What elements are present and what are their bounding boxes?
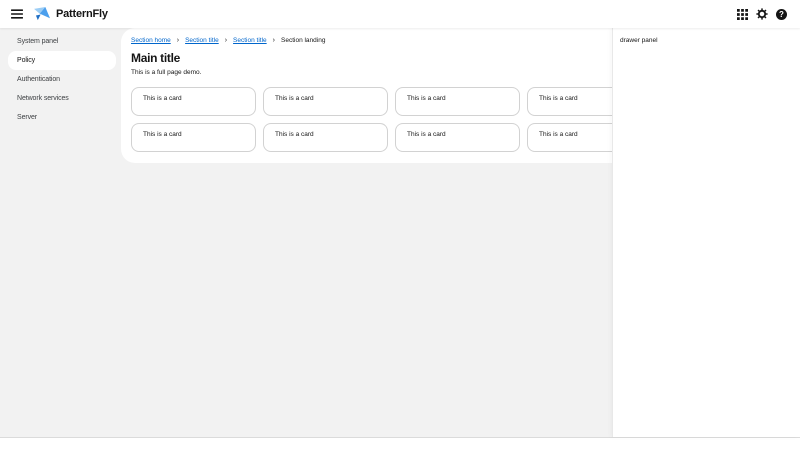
brand-name: PatternFly	[56, 8, 108, 20]
card: This is a card	[395, 123, 520, 152]
breadcrumb-link-section-title-1[interactable]: Section title	[185, 37, 219, 44]
masthead-toolbar: ?	[737, 8, 787, 20]
card: This is a card	[263, 123, 388, 152]
breadcrumb-separator-icon: ›	[273, 37, 275, 44]
sidebar-item-authentication[interactable]: Authentication	[0, 70, 121, 89]
question-circle-icon: ?	[776, 9, 787, 20]
sidebar-item-server[interactable]: Server	[0, 108, 121, 127]
apps-grid-button[interactable]	[737, 9, 748, 20]
help-button[interactable]: ?	[776, 9, 787, 20]
card: This is a card	[131, 123, 256, 152]
sidebar-item-policy[interactable]: Policy	[8, 51, 116, 70]
sidebar-item-network-services[interactable]: Network services	[0, 89, 121, 108]
breadcrumb-link-section-home[interactable]: Section home	[131, 37, 171, 44]
card: This is a card	[131, 87, 256, 116]
apps-grid-icon	[737, 9, 748, 20]
card: This is a card	[395, 87, 520, 116]
patternfly-logo-icon	[34, 7, 51, 22]
nav-toggle-button[interactable]	[11, 9, 23, 19]
sidebar: System panel Policy Authentication Netwo…	[0, 28, 121, 437]
sidebar-item-system-panel[interactable]: System panel	[0, 32, 121, 51]
card: This is a card	[263, 87, 388, 116]
settings-button[interactable]	[756, 8, 768, 20]
hamburger-menu-icon	[11, 9, 23, 19]
drawer-panel: drawer panel	[613, 28, 800, 437]
page-body: System panel Policy Authentication Netwo…	[0, 28, 800, 438]
drawer-panel-label: drawer panel	[620, 37, 658, 44]
breadcrumb-separator-icon: ›	[177, 37, 179, 44]
masthead: PatternFly	[0, 0, 800, 28]
brand[interactable]: PatternFly	[34, 7, 108, 22]
breadcrumb-link-section-title-2[interactable]: Section title	[233, 37, 267, 44]
breadcrumb-separator-icon: ›	[225, 37, 227, 44]
breadcrumb-current: Section landing	[281, 37, 325, 44]
gear-icon	[756, 8, 768, 20]
